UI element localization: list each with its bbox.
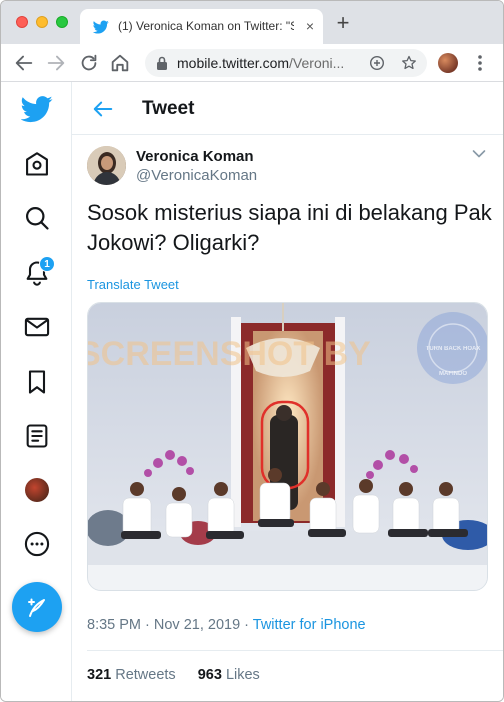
tweet-text: Sosok misterius siapa ini di belakang Pa…: [87, 200, 492, 255]
back-arrow-icon[interactable]: [92, 98, 114, 120]
compose-tweet-icon: [28, 598, 45, 617]
tweet-time[interactable]: 8:35 PM: [87, 617, 141, 633]
tab-bar: (1) Veronica Koman on Twitter: "S × +: [1, 1, 503, 44]
tweet-date[interactable]: Nov 21, 2019: [154, 617, 240, 633]
address-bar[interactable]: mobile.twitter.com/Veroni...: [145, 49, 427, 77]
author-name[interactable]: Veronica Koman: [136, 148, 254, 165]
browser-toolbar: mobile.twitter.com/Veroni...: [1, 44, 503, 82]
home-icon[interactable]: [23, 150, 51, 178]
twitter-logo-icon[interactable]: [21, 93, 53, 125]
divider: [87, 650, 503, 651]
retweets-stat[interactable]: 321 Retweets: [87, 667, 176, 683]
browser-window: (1) Veronica Koman on Twitter: "S × + mo…: [0, 0, 504, 702]
bookmark-star-icon[interactable]: [401, 55, 417, 71]
tweet-source[interactable]: Twitter for iPhone: [253, 617, 366, 633]
home-browser-icon[interactable]: [109, 52, 131, 74]
tweet: Veronica Koman @VeronicaKoman Sosok mist…: [72, 136, 503, 701]
author-avatar-image: [87, 146, 126, 185]
hoax-badge-subtext: MAFINDO: [439, 371, 467, 377]
twitter-favicon-icon: [93, 20, 109, 34]
messages-icon[interactable]: [23, 313, 51, 341]
compose-tweet-button[interactable]: [12, 582, 62, 632]
translate-tweet-link[interactable]: Translate Tweet: [87, 277, 179, 292]
tab-title: (1) Veronica Koman on Twitter: "S: [118, 19, 294, 33]
forward-icon[interactable]: [45, 52, 67, 74]
bookmarks-icon[interactable]: [23, 368, 51, 396]
watermark-text: SCREENSHOT BY: [88, 335, 371, 373]
reload-icon[interactable]: [78, 52, 100, 74]
search-icon[interactable]: [23, 204, 51, 232]
tweet-image[interactable]: SCREENSHOT BY TURN BACK HOAX MAFINDO: [87, 302, 488, 591]
retweets-label: Retweets: [115, 667, 176, 683]
profile-avatar[interactable]: [25, 478, 49, 502]
author-handle[interactable]: @VeronicaKoman: [136, 167, 257, 184]
page-header: Tweet: [72, 82, 503, 135]
notification-badge: 1: [39, 256, 55, 272]
hoax-badge-text: TURN BACK HOAX: [426, 346, 481, 352]
browser-tab[interactable]: (1) Veronica Koman on Twitter: "S ×: [80, 9, 323, 44]
tweet-timestamp: 8:35 PM · Nov 21, 2019 · Twitter for iPh…: [87, 617, 366, 633]
likes-count: 963: [197, 667, 222, 683]
more-icon[interactable]: [23, 530, 51, 558]
tab-close-icon[interactable]: ×: [303, 18, 317, 34]
close-window-button[interactable]: [16, 16, 28, 28]
lock-icon[interactable]: [155, 55, 169, 71]
url-text: mobile.twitter.com/Veroni...: [177, 56, 345, 71]
browser-menu-icon[interactable]: [473, 52, 487, 74]
back-icon[interactable]: [13, 52, 35, 74]
lists-icon[interactable]: [23, 422, 51, 450]
chevron-down-icon[interactable]: [472, 149, 486, 159]
sidebar: 1: [1, 82, 72, 701]
tweet-stats: 321 Retweets 963 Likes: [87, 667, 278, 683]
author-avatar[interactable]: [87, 146, 126, 185]
likes-stat[interactable]: 963 Likes: [198, 667, 260, 683]
minimize-window-button[interactable]: [36, 16, 48, 28]
retweets-count: 321: [87, 667, 112, 683]
add-icon[interactable]: [369, 55, 385, 71]
browser-profile-avatar[interactable]: [438, 53, 458, 73]
maximize-window-button[interactable]: [56, 16, 68, 28]
page-title: Tweet: [142, 98, 195, 119]
new-tab-button[interactable]: +: [334, 12, 352, 34]
twitter-page: 1 Tweet Veronica Koman @VeronicaKoman So…: [1, 82, 503, 701]
likes-label: Likes: [225, 667, 260, 683]
tweet-photo: SCREENSHOT BY TURN BACK HOAX MAFINDO: [88, 303, 487, 590]
